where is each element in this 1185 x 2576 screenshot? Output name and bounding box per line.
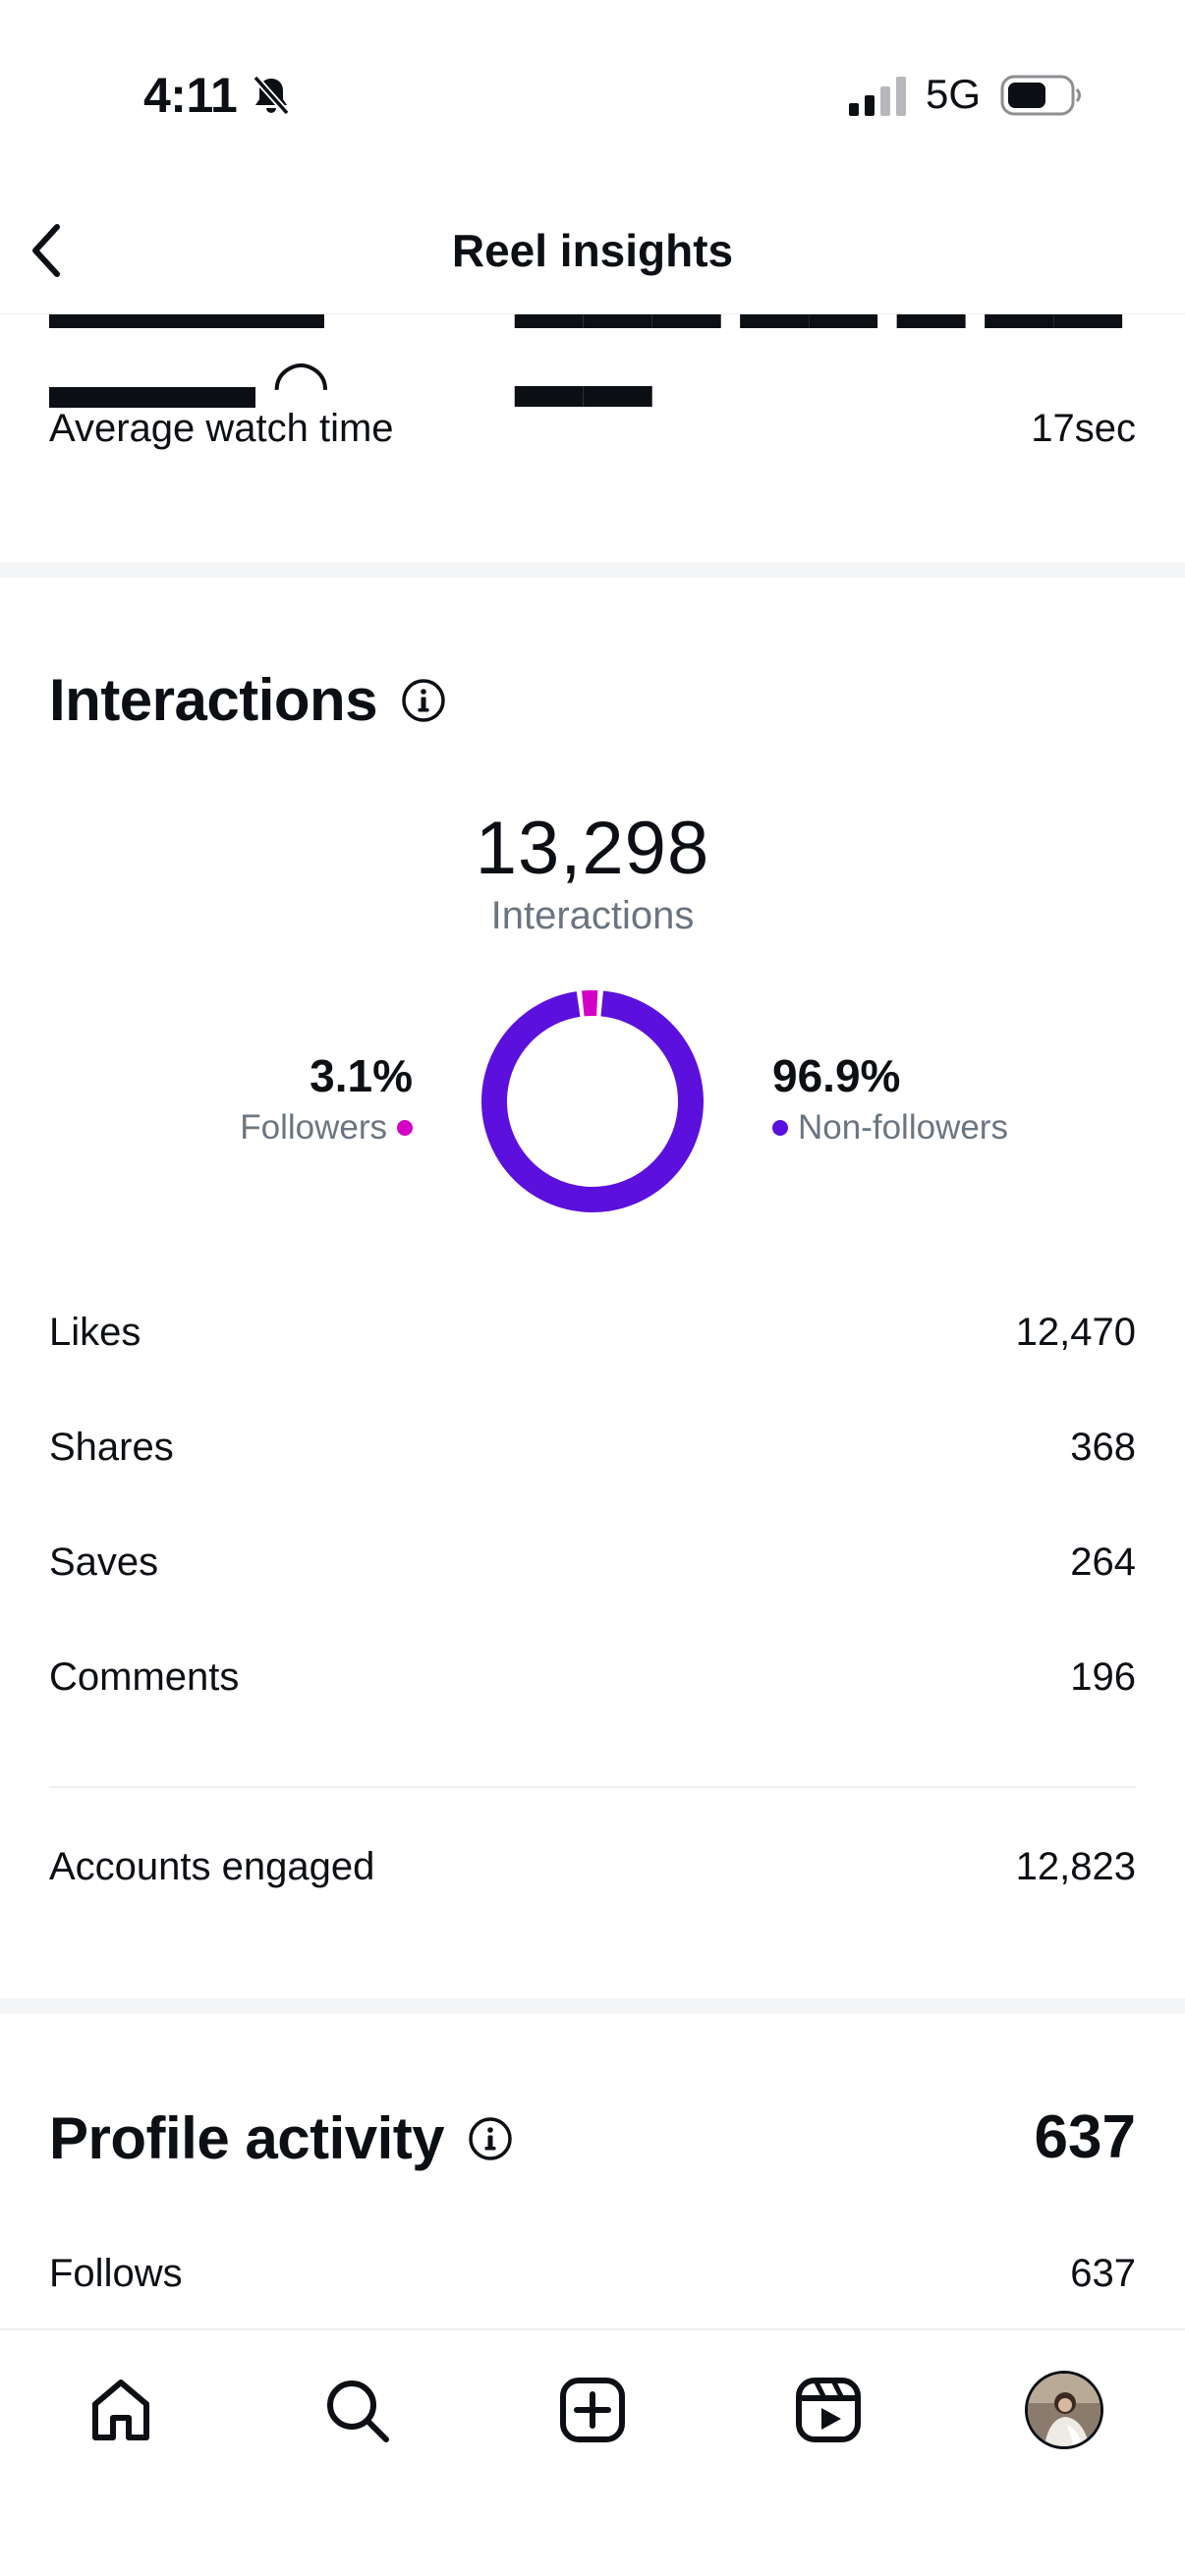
follows-label: Follows: [49, 2252, 183, 2295]
battery-icon: [1000, 75, 1081, 116]
average-watch-time-value: 17sec: [1031, 407, 1136, 450]
tab-profile[interactable]: [1020, 2366, 1108, 2454]
network-type: 5G: [926, 71, 982, 117]
shares-value: 368: [1070, 1426, 1136, 1469]
status-bar: 4:11 5G: [0, 0, 1185, 187]
non-followers-legend: 96.9% Non-followers: [772, 1049, 1008, 1148]
profile-activity-title: Profile activity: [49, 2105, 445, 2171]
shares-label: Shares: [49, 1426, 174, 1469]
follows-value: 637: [1070, 2252, 1136, 2295]
profile-activity-heading: Profile activity: [49, 2104, 513, 2172]
profile-activity-total: 637: [1034, 2103, 1136, 2171]
section-divider: [0, 562, 1185, 578]
follows-row: Follows 637: [49, 2252, 1136, 2296]
non-followers-label: Non-followers: [798, 1108, 1008, 1147]
average-watch-time-label: Average watch time: [49, 407, 394, 450]
interactions-total-label: Interactions: [490, 894, 695, 937]
section-divider: [0, 1998, 1185, 2014]
page-title: Reel insights: [451, 225, 734, 276]
home-icon: [92, 2380, 149, 2440]
accounts-engaged-row: Accounts engaged 12,823: [49, 1845, 1136, 1889]
create-icon: [560, 2378, 625, 2442]
likes-row: Likes 12,470: [49, 1311, 1136, 1355]
followers-dot: [397, 1120, 413, 1136]
info-icon[interactable]: [401, 678, 446, 723]
donut-slice-non-followers: [481, 990, 704, 1212]
comments-value: 196: [1070, 1655, 1136, 1699]
nav-header: Reel insights: [0, 187, 1185, 314]
comments-label: Comments: [49, 1655, 240, 1699]
saves-label: Saves: [49, 1540, 159, 1584]
saves-row: Saves 264: [49, 1540, 1136, 1585]
bottom-tab-bar: [0, 2328, 1185, 2576]
shares-row: Shares 368: [49, 1426, 1136, 1470]
average-watch-time-row: Average watch time 17sec: [49, 407, 1136, 451]
reel-insights-screen: ▬▬▬▬ ▬▬▬ ◠ ▬▬▬ ▬▬ ▬ ▬▬ ▬▬ Average watch …: [0, 0, 1185, 2576]
accounts-engaged-value: 12,823: [1015, 1845, 1136, 1888]
tab-search[interactable]: [312, 2366, 401, 2454]
followers-percent: 3.1%: [310, 1050, 413, 1101]
comments-row: Comments 196: [49, 1655, 1136, 1700]
non-followers-dot: [772, 1120, 788, 1136]
tab-reels[interactable]: [784, 2366, 873, 2454]
status-time: 4:11: [143, 68, 238, 123]
info-icon[interactable]: [468, 2116, 513, 2161]
profile-photo: [1028, 2374, 1100, 2446]
avatar: [1025, 2371, 1103, 2449]
signal-strength-icon: [849, 77, 906, 116]
insights-scroll-content[interactable]: ▬▬▬▬ ▬▬▬ ◠ ▬▬▬ ▬▬ ▬ ▬▬ ▬▬ Average watch …: [0, 0, 1185, 2328]
followers-label: Followers: [240, 1108, 387, 1147]
non-followers-percent: 96.9%: [772, 1050, 901, 1101]
tab-create[interactable]: [548, 2366, 637, 2454]
accounts-engaged-label: Accounts engaged: [49, 1845, 375, 1888]
saves-value: 264: [1070, 1540, 1136, 1584]
likes-label: Likes: [49, 1311, 141, 1354]
search-icon: [327, 2380, 389, 2442]
interactions-heading: Interactions: [49, 666, 446, 734]
followers-legend: 3.1% Followers: [240, 1049, 413, 1148]
interactions-donut-chart: [481, 990, 704, 1212]
bell-off-icon: [253, 75, 290, 116]
interactions-title: Interactions: [49, 667, 378, 733]
reels-icon: [796, 2378, 861, 2442]
rows-divider: [49, 1786, 1136, 1788]
interactions-total: 13,298: [475, 807, 710, 890]
likes-value: 12,470: [1015, 1311, 1136, 1354]
tab-home[interactable]: [77, 2366, 165, 2454]
